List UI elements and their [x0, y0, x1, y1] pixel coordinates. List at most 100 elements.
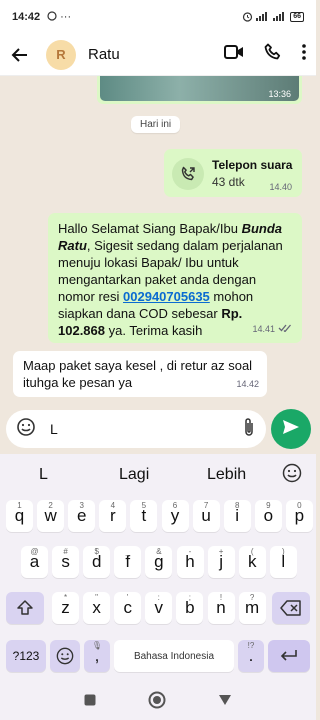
key-z[interactable]: * z: [52, 592, 79, 624]
key-hint: ?: [249, 593, 255, 602]
call-message[interactable]: Telepon suara 43 dtk 14.40: [164, 149, 302, 197]
chat-header: R Ratu: [0, 34, 316, 76]
status-time: 14:42: [12, 11, 41, 23]
more-options-icon[interactable]: [302, 44, 306, 65]
key-h[interactable]: -h: [176, 546, 204, 578]
key-hint: ": [95, 593, 99, 602]
shift-key[interactable]: [6, 592, 44, 624]
key-j[interactable]: + j: [207, 546, 235, 578]
enter-key[interactable]: [268, 640, 310, 672]
back-arrow-icon[interactable]: [10, 44, 32, 66]
period-hint: !?: [247, 641, 255, 650]
key-hint: ': [126, 593, 129, 602]
avatar[interactable]: R: [46, 39, 76, 70]
message-input[interactable]: L: [6, 410, 266, 448]
voice-call-icon[interactable]: [264, 43, 282, 66]
key-hint: ): [281, 547, 285, 556]
emoji-suggest-icon[interactable]: [282, 463, 302, 488]
message-input-text[interactable]: L: [50, 421, 58, 437]
whatsapp-status-icon: [47, 10, 57, 24]
key-hint: -: [188, 547, 192, 556]
space-key[interactable]: Bahasa Indonesia: [114, 640, 234, 672]
alarm-icon: [242, 11, 253, 24]
sticker-icon[interactable]: [16, 417, 36, 442]
mic-hint-icon: 🎙: [91, 641, 103, 650]
key-m[interactable]: ? m: [238, 592, 266, 624]
key-d[interactable]: $ d: [83, 546, 111, 578]
suggestion-item[interactable]: Lebih: [207, 466, 246, 484]
message-time: 14.41: [252, 324, 275, 334]
key-f[interactable]: _ f: [114, 546, 142, 578]
key-y[interactable]: 6y: [161, 500, 189, 532]
tracking-number-link[interactable]: 002940705635: [123, 289, 210, 304]
incoming-message[interactable]: Maap paket saya kesel , di retur az soal…: [13, 351, 267, 397]
key-b[interactable]: ; b: [176, 592, 204, 624]
period-key[interactable]: !? .: [238, 640, 264, 672]
message-text: Maap paket saya kesel , di retur az soal…: [23, 358, 253, 390]
key-n[interactable]: ! n: [207, 592, 235, 624]
suggestion-item[interactable]: L: [39, 466, 48, 484]
key-s[interactable]: # s: [52, 546, 80, 578]
key-k[interactable]: (k: [238, 546, 266, 578]
keyboard: ?123 🎙 , Bahasa Indonesia !? . 1q2w3e4r5…: [0, 494, 316, 684]
emoji-key[interactable]: [50, 640, 80, 672]
key-l[interactable]: ) l: [269, 546, 297, 578]
key-hint: #: [63, 547, 68, 556]
key-hint: 3: [79, 501, 84, 510]
key-hint: *: [63, 593, 68, 602]
home-icon[interactable]: [148, 691, 166, 714]
suggestion-item[interactable]: Lagi: [119, 466, 149, 484]
outgoing-message[interactable]: Hallo Selamat Siang Bapak/Ibu Bunda Ratu…: [48, 213, 302, 343]
key-i[interactable]: 8i: [223, 500, 251, 532]
key-hint: :: [157, 593, 160, 602]
call-outgoing-icon: [172, 158, 204, 190]
image-message[interactable]: 13:36: [97, 76, 302, 104]
key-p[interactable]: 0p: [285, 500, 313, 532]
key-hint: ;: [188, 593, 191, 602]
comma-key[interactable]: 🎙 ,: [84, 640, 110, 672]
key-w[interactable]: 2w: [37, 500, 65, 532]
key-hint: 5: [141, 501, 147, 510]
attach-icon[interactable]: [242, 417, 256, 442]
key-v[interactable]: :v: [145, 592, 173, 624]
key-q[interactable]: 1q: [6, 500, 33, 532]
message-input-bar: L: [0, 406, 316, 454]
key-hint: 4: [110, 501, 116, 510]
video-call-icon[interactable]: [224, 44, 244, 65]
date-separator: Hari ini: [131, 116, 181, 133]
key-hint: &: [156, 547, 162, 556]
signal-2-icon: [273, 11, 287, 23]
key-o[interactable]: 9o: [254, 500, 282, 532]
key-hint: 2: [48, 501, 53, 510]
signal-icon: [256, 11, 270, 23]
key-hint: 8: [234, 501, 240, 510]
system-nav-bar: [0, 684, 316, 720]
message-text: ya. Terima kasih: [105, 323, 203, 338]
key-hint: 9: [266, 501, 271, 510]
message-meta: 14.41: [252, 321, 292, 338]
symbols-key[interactable]: ?123: [6, 640, 46, 672]
message-time: 13:36: [268, 89, 291, 99]
key-a[interactable]: @ a: [21, 546, 48, 578]
key-hint: +: [218, 547, 224, 556]
back-nav-icon[interactable]: [218, 693, 232, 711]
key-t[interactable]: 5t: [130, 500, 158, 532]
image-thumbnail[interactable]: 13:36: [100, 76, 299, 101]
chat-area: 13:36 Hari ini Telepon suara 43 dtk 14.4…: [0, 76, 316, 454]
key-g[interactable]: & g: [145, 546, 173, 578]
backspace-key[interactable]: [272, 592, 310, 624]
send-button[interactable]: [271, 409, 311, 449]
key-x[interactable]: " x: [83, 592, 111, 624]
message-time: 14.40: [269, 182, 292, 192]
call-title: Telepon suara: [212, 158, 293, 172]
key-e[interactable]: 3e: [68, 500, 96, 532]
key-hint: !: [219, 593, 223, 602]
status-bar: 14:42 ··· 66: [0, 0, 316, 34]
key-c[interactable]: ' c: [114, 592, 142, 624]
key-hint: 0: [297, 501, 302, 510]
send-icon: [282, 419, 300, 440]
key-r[interactable]: 4r: [99, 500, 127, 532]
recents-icon[interactable]: [84, 693, 96, 711]
key-u[interactable]: 7u: [192, 500, 220, 532]
contact-name[interactable]: Ratu: [88, 46, 120, 63]
